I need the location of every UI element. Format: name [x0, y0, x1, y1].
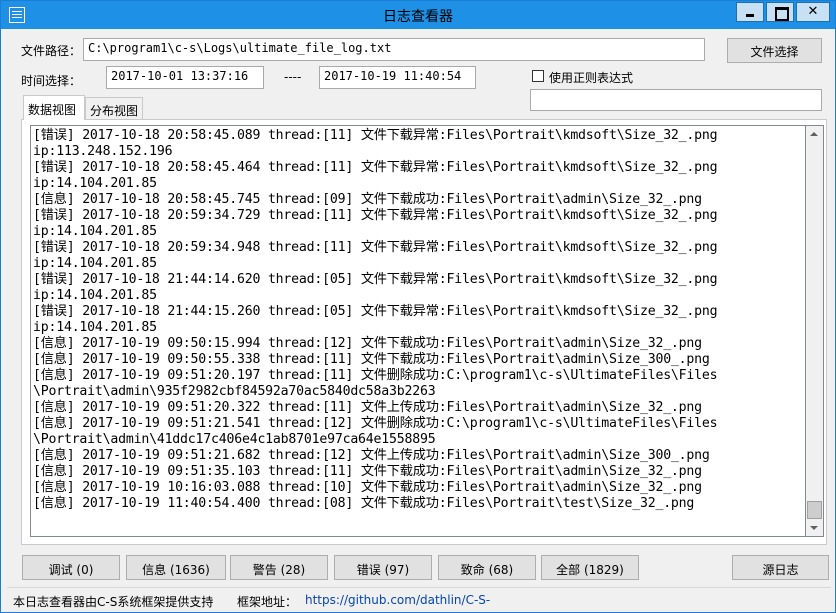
log-line: [信息] 2017-10-19 09:51:21.541 thread:[12]… — [33, 416, 718, 431]
log-line: ip:14.104.201.85 — [33, 288, 157, 303]
filter-warn-label: 警告 (28) — [252, 563, 306, 577]
filter-debug-label: 调试 (0) — [48, 563, 94, 577]
filter-warn-button[interactable]: 警告 (28) — [230, 555, 328, 580]
filter-debug-button[interactable]: 调试 (0) — [22, 555, 120, 580]
status-address-label: 框架地址： — [237, 595, 298, 609]
filter-fatal-button[interactable]: 致命 (68) — [438, 555, 536, 580]
status-provided-by: 本日志查看器由C-S系统框架提供支持 — [13, 595, 214, 609]
title-bar[interactable]: 日志查看器 — [1, 1, 835, 29]
scroll-thumb[interactable] — [807, 501, 822, 519]
regex-checkbox[interactable] — [532, 70, 544, 82]
log-line: [错误] 2017-10-18 20:58:45.089 thread:[11]… — [33, 128, 718, 143]
log-line: ip:14.104.201.85 — [33, 176, 157, 191]
log-line: ip:14.104.201.85 — [33, 256, 157, 271]
log-line: [信息] 2017-10-19 09:51:20.322 thread:[11]… — [33, 400, 702, 415]
log-line: [错误] 2017-10-18 21:44:14.620 thread:[05]… — [33, 272, 718, 287]
tab-distribution-view[interactable]: 分布视图 — [85, 97, 143, 119]
time-separator: ---- — [284, 70, 302, 84]
log-line: [信息] 2017-10-19 09:50:55.338 thread:[11]… — [33, 352, 710, 367]
log-line: ip:14.104.201.85 — [33, 224, 157, 239]
log-line: [错误] 2017-10-18 20:59:34.948 thread:[11]… — [33, 240, 718, 255]
log-line: \Portrait\admin\41ddc17c406e4c1ab8701e97… — [33, 432, 436, 447]
log-line: [信息] 2017-10-19 09:51:21.682 thread:[12]… — [33, 448, 710, 463]
regex-checkbox-label: 使用正则表达式 — [549, 71, 634, 85]
filter-fatal-label: 致命 (68) — [460, 563, 514, 577]
app-window: 日志查看器 文件路径： C:\program1\c-s\Logs\ultimat… — [0, 0, 836, 613]
choose-file-button[interactable]: 文件选择 — [727, 38, 822, 63]
filter-error-button[interactable]: 错误 (97) — [334, 555, 432, 580]
filter-info-label: 信息 (1636) — [142, 563, 210, 577]
status-bar: 本日志查看器由C-S系统框架提供支持 框架地址： https://github.… — [7, 587, 831, 609]
log-line: ip:113.248.152.196 — [33, 144, 173, 159]
log-line: [错误] 2017-10-18 21:44:15.260 thread:[05]… — [33, 304, 718, 319]
framework-link[interactable]: https://github.com/dathlin/C-S- — [305, 593, 490, 607]
filter-info-button[interactable]: 信息 (1636) — [126, 555, 226, 580]
log-line: \Portrait\admin\935f2982cbf84592a70ac584… — [33, 384, 436, 399]
maximize-icon[interactable] — [766, 2, 794, 22]
window-title: 日志查看器 — [383, 9, 453, 25]
log-line: [错误] 2017-10-18 20:59:34.729 thread:[11]… — [33, 208, 718, 223]
log-line: [信息] 2017-10-19 09:51:35.103 thread:[11]… — [33, 464, 702, 479]
choose-file-button-label: 文件选择 — [750, 45, 799, 59]
source-log-label: 源日志 — [762, 563, 799, 577]
log-line: [信息] 2017-10-19 09:51:20.197 thread:[11]… — [33, 368, 718, 383]
log-line: [信息] 2017-10-19 09:50:15.994 thread:[12]… — [33, 336, 702, 351]
log-line: [信息] 2017-10-18 20:58:45.745 thread:[09]… — [33, 192, 702, 207]
close-icon[interactable] — [796, 2, 830, 22]
log-line: [信息] 2017-10-19 11:40:54.400 thread:[08]… — [33, 496, 695, 511]
log-scrollbar[interactable] — [806, 125, 824, 537]
log-textarea[interactable]: [错误] 2017-10-18 20:58:45.089 thread:[11]… — [30, 125, 806, 537]
time-range-label: 时间选择： — [21, 74, 82, 88]
log-line: [错误] 2017-10-18 20:58:45.464 thread:[11]… — [33, 160, 718, 175]
tab-data-view[interactable]: 数据视图 — [23, 95, 85, 120]
minimize-icon[interactable] — [736, 2, 764, 22]
scroll-up-icon[interactable] — [806, 126, 823, 143]
filter-all-button[interactable]: 全部 (1829) — [541, 555, 639, 580]
log-content: [错误] 2017-10-18 20:58:45.089 thread:[11]… — [33, 128, 803, 512]
source-log-button[interactable]: 源日志 — [732, 555, 829, 580]
end-time-input[interactable]: 2017-10-19 11:40:54 — [319, 66, 476, 89]
file-path-input[interactable]: C:\program1\c-s\Logs\ultimate_file_log.t… — [83, 38, 705, 61]
log-line: ip:14.104.201.85 — [33, 320, 157, 335]
scroll-down-icon[interactable] — [806, 519, 823, 536]
start-time-input[interactable]: 2017-10-01 13:37:16 — [106, 66, 264, 89]
filter-all-label: 全部 (1829) — [556, 563, 624, 577]
data-view-panel: [错误] 2017-10-18 20:58:45.089 thread:[11]… — [21, 119, 827, 545]
file-path-label: 文件路径： — [21, 44, 82, 58]
regex-input[interactable] — [530, 89, 822, 111]
log-line: [信息] 2017-10-19 10:16:03.088 thread:[10]… — [33, 480, 702, 495]
filter-error-label: 错误 (97) — [356, 563, 410, 577]
